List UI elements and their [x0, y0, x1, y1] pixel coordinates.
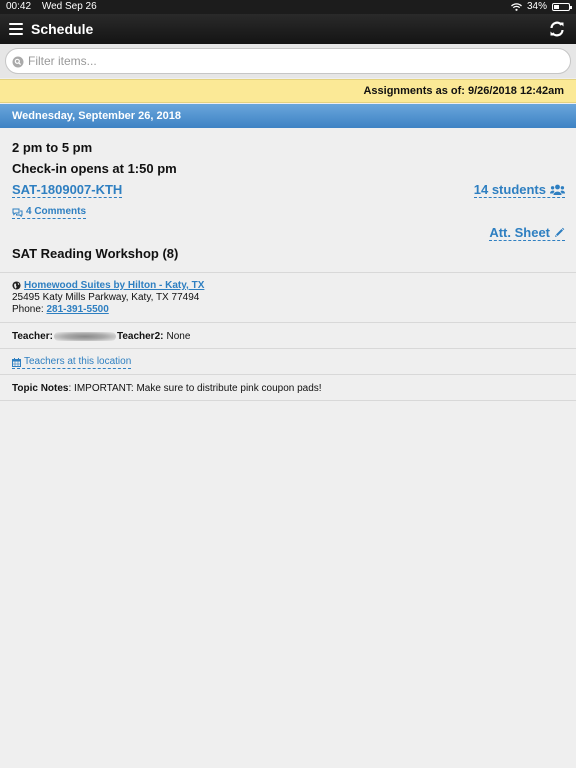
- topic-notes-label: Topic Notes: [12, 383, 69, 394]
- assignments-as-of-banner: Assignments as of: 9/26/2018 12:42am: [0, 79, 576, 103]
- filter-input[interactable]: [28, 52, 548, 70]
- comments-label: 4 Comments: [26, 206, 87, 217]
- comments-icon: [12, 208, 23, 217]
- teachers-at-location-label: Teachers at this location: [24, 356, 132, 367]
- teacher2-label: Teacher2:: [116, 331, 164, 342]
- battery-percent: 34%: [526, 1, 547, 12]
- comments-link[interactable]: 4 Comments: [12, 206, 87, 219]
- teacher2-value: None: [166, 331, 191, 342]
- location-link[interactable]: Homewood Suites by Hilton - Katy, TX: [24, 280, 204, 291]
- session-time: 2 pm to 5 pm: [12, 140, 93, 155]
- location-line: Homewood Suites by Hilton - Katy, TX: [12, 280, 204, 291]
- filter-field[interactable]: [5, 48, 571, 74]
- session-details: 2 pm to 5 pm Check-in opens at 1:50 pm S…: [0, 128, 576, 273]
- location-address: 25495 Katy Mills Parkway, Katy, TX 77494: [12, 292, 200, 303]
- students-label: 14 students: [473, 182, 546, 197]
- teacher-name-redacted: [53, 332, 116, 341]
- globe-icon: [12, 281, 21, 290]
- calendar-icon: [12, 357, 21, 367]
- date-header: Wednesday, September 26, 2018: [0, 104, 576, 128]
- topic-notes-section: Topic Notes: IMPORTANT: Make sure to dis…: [0, 375, 576, 401]
- topic-notes-text: : IMPORTANT: Make sure to distribute pin…: [68, 383, 322, 394]
- hamburger-icon[interactable]: [9, 23, 23, 35]
- session-title: SAT Reading Workshop (8): [12, 246, 179, 261]
- assignments-as-of-text: Assignments as of: 9/26/2018 12:42am: [363, 85, 564, 97]
- teacher-label: Teacher:: [12, 331, 53, 342]
- nav-bar: Schedule: [0, 14, 576, 44]
- location-phone: Phone: 281-391-5500: [12, 304, 109, 315]
- attendance-sheet-label: Att. Sheet: [489, 225, 550, 240]
- teachers-at-location-section: Teachers at this location: [0, 349, 576, 375]
- users-icon: [550, 184, 565, 195]
- wifi-icon: [511, 2, 522, 11]
- phone-label: Phone:: [12, 304, 44, 315]
- status-bar: 00:42 Wed Sep 26 34%: [0, 0, 576, 14]
- attendance-sheet-link[interactable]: Att. Sheet: [489, 225, 565, 241]
- status-date: Wed Sep 26: [41, 1, 97, 12]
- phone-link[interactable]: 281-391-5500: [46, 304, 108, 315]
- session-code-link[interactable]: SAT-1809007-KTH: [12, 182, 123, 198]
- search-icon: [12, 56, 24, 68]
- location-section: Homewood Suites by Hilton - Katy, TX 254…: [0, 273, 576, 323]
- battery-icon: [552, 2, 572, 11]
- pencil-icon: [555, 227, 565, 237]
- refresh-icon[interactable]: [548, 20, 566, 38]
- filter-bar: [0, 44, 576, 78]
- teachers-at-location-link[interactable]: Teachers at this location: [12, 356, 132, 369]
- date-header-text: Wednesday, September 26, 2018: [12, 110, 181, 122]
- teachers-section: Teacher: Teacher2: None: [0, 323, 576, 349]
- status-time: 00:42: [6, 1, 32, 12]
- page-title: Schedule: [31, 21, 94, 37]
- students-link[interactable]: 14 students: [473, 182, 565, 198]
- checkin-time: Check-in opens at 1:50 pm: [12, 161, 177, 176]
